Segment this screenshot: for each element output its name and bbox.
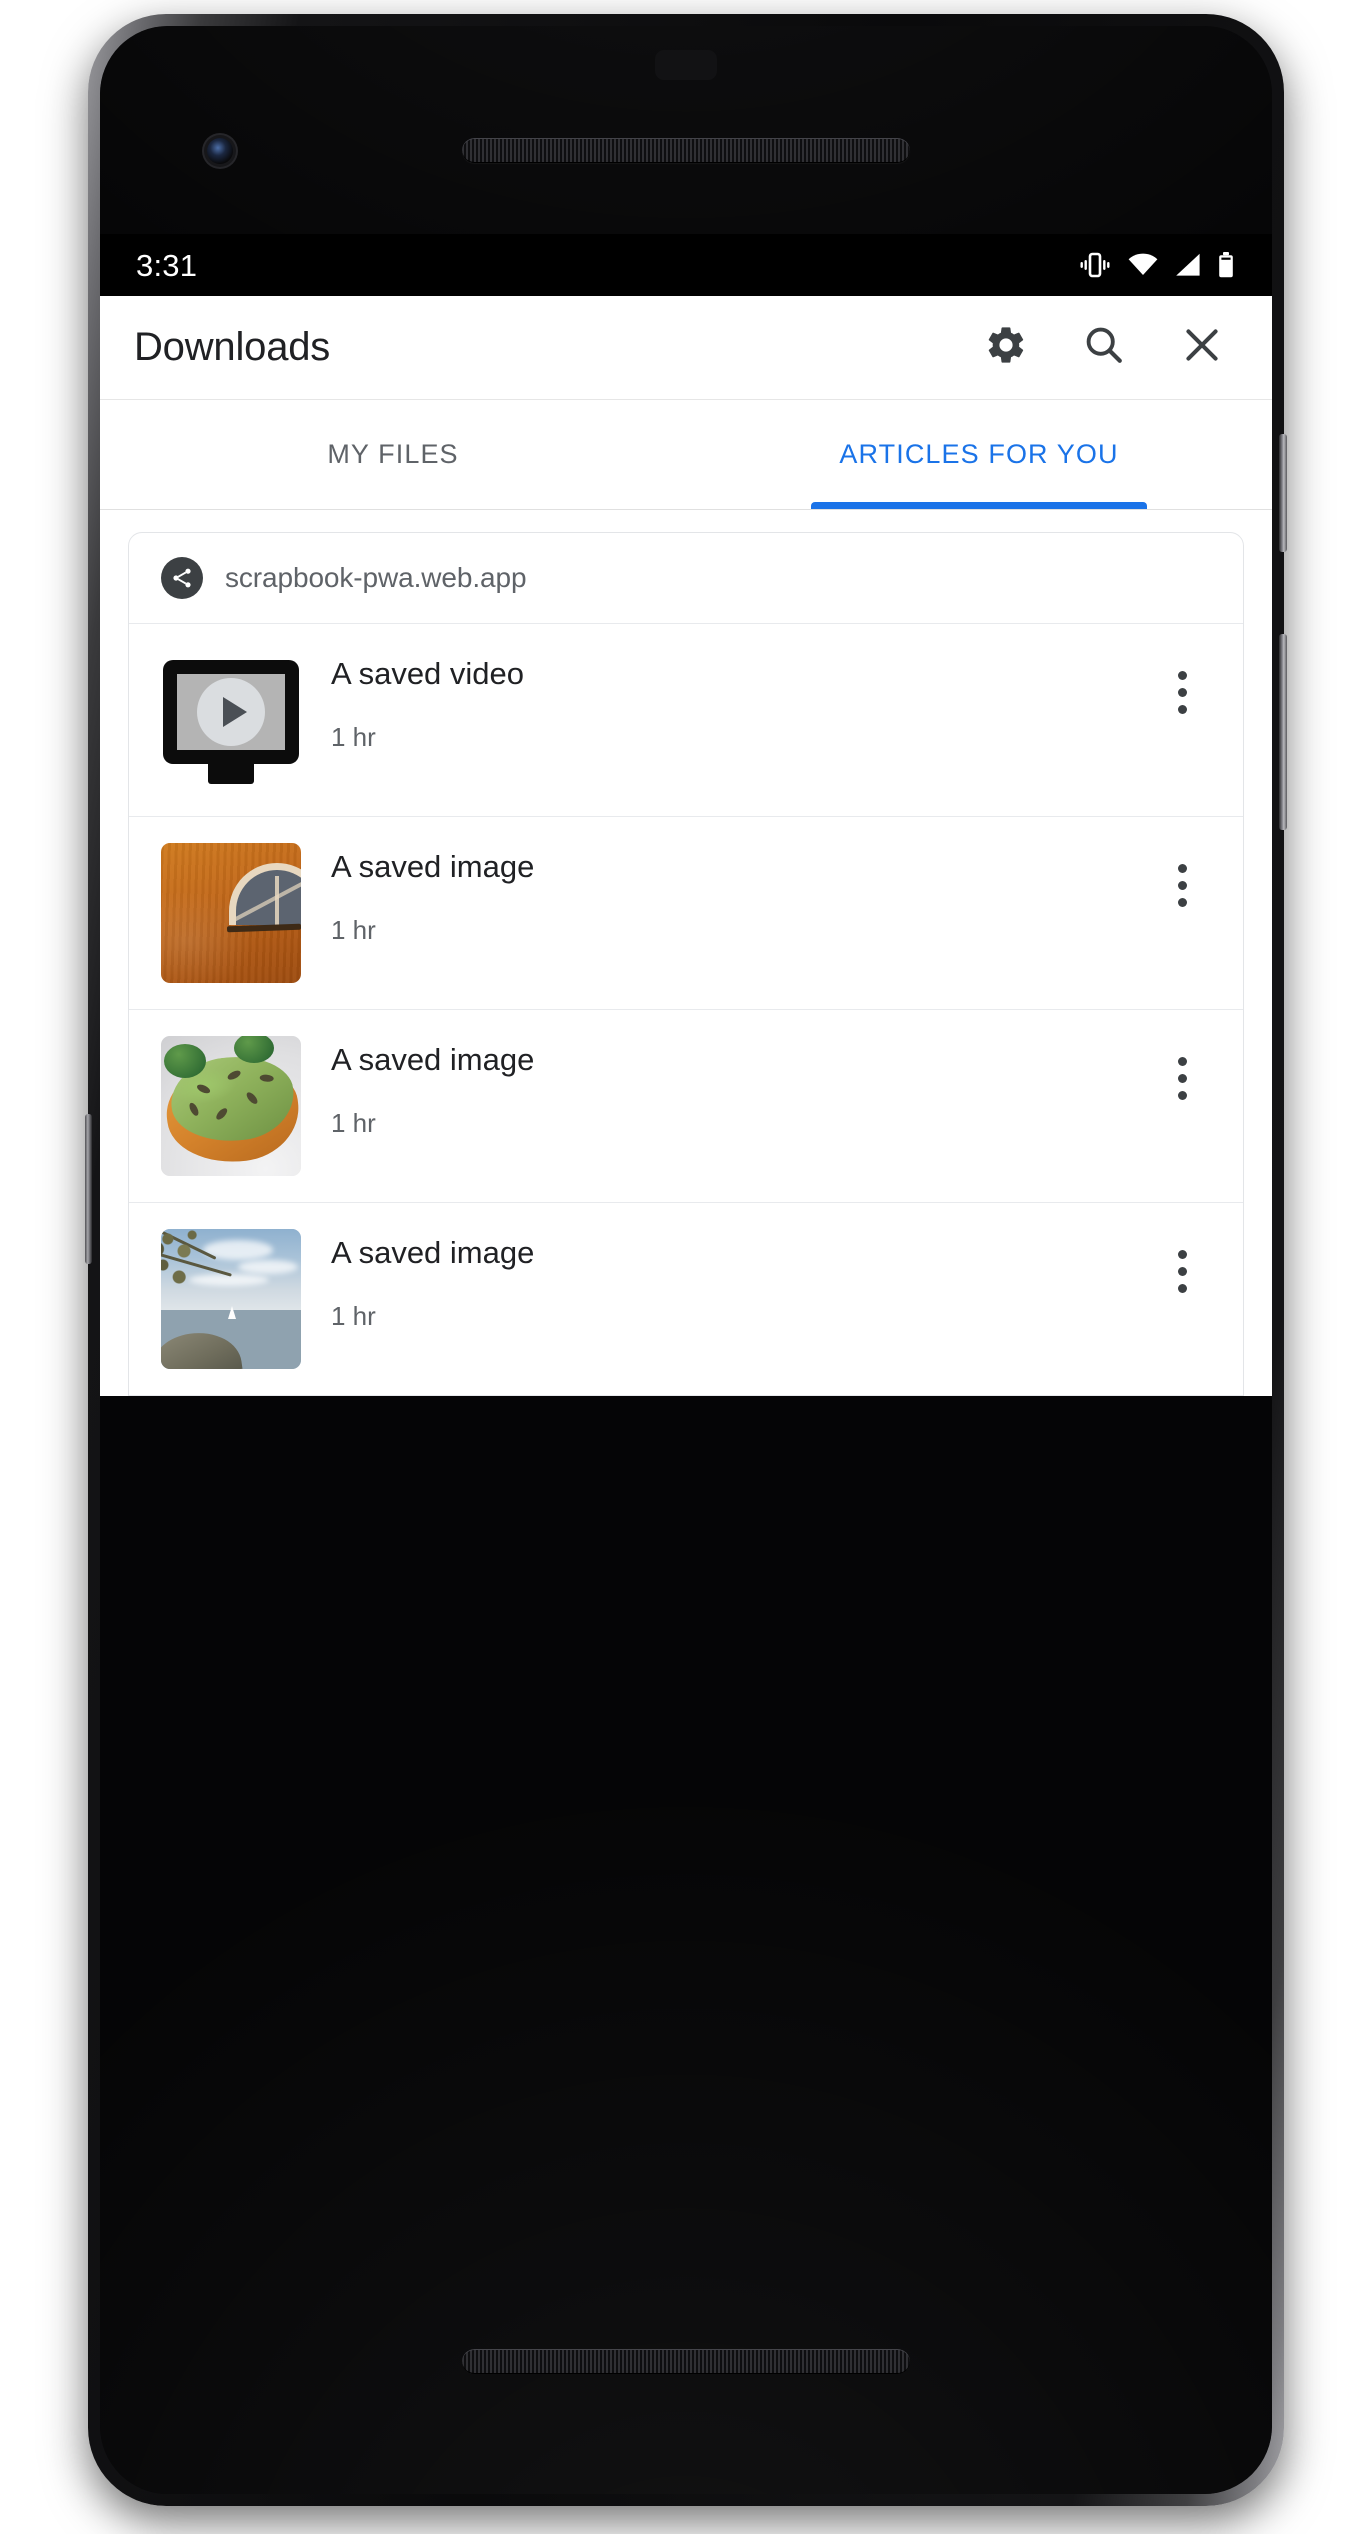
tv-stand xyxy=(208,762,254,784)
dot xyxy=(1177,880,1187,890)
tab-my-files-label: MY FILES xyxy=(327,439,459,469)
more-options-icon[interactable] xyxy=(1149,1235,1215,1307)
more-options-icon[interactable] xyxy=(1149,1042,1215,1114)
cell-signal-icon xyxy=(1175,253,1201,277)
wall-rail xyxy=(226,923,301,933)
more-options-icon[interactable] xyxy=(1149,656,1215,728)
more-options-icon[interactable] xyxy=(1149,849,1215,921)
app-bar: Downloads xyxy=(100,296,1272,400)
wifi-icon xyxy=(1128,253,1158,277)
list-item-text: A saved image 1 hr xyxy=(301,843,1149,946)
share-icon xyxy=(161,557,203,599)
seed xyxy=(195,1083,212,1096)
dot xyxy=(1177,704,1187,714)
device-screen: 3:31 Downloads MY FILES ARTICLES FOR YOU… xyxy=(100,234,1272,1396)
seed xyxy=(244,1090,260,1106)
list-item[interactable]: A saved image 1 hr xyxy=(129,1395,1243,1396)
card-source-domain: scrapbook-pwa.web.app xyxy=(225,562,527,593)
list-item[interactable]: A saved image 1 hr xyxy=(129,816,1243,1009)
list-item-text: A saved image 1 hr xyxy=(301,1036,1149,1139)
tab-articles-for-you[interactable]: ARTICLES FOR YOU xyxy=(686,400,1272,509)
avocado-toast-thumbnail xyxy=(161,1036,301,1176)
phone-device-frame: 3:31 Downloads MY FILES ARTICLES FOR YOU… xyxy=(85,14,1287,2506)
close-icon xyxy=(1180,323,1224,372)
list-item[interactable]: A saved image 1 hr xyxy=(129,1009,1243,1202)
seed xyxy=(259,1073,274,1083)
seed xyxy=(187,1101,200,1117)
dot xyxy=(1177,1249,1187,1259)
settings-button[interactable] xyxy=(962,304,1050,392)
front-camera-icon xyxy=(207,138,233,164)
list-item[interactable]: A saved image 1 hr xyxy=(129,1202,1243,1395)
card-header: scrapbook-pwa.web.app xyxy=(129,533,1243,623)
list-item-text: A saved video 1 hr xyxy=(301,650,1149,753)
battery-icon xyxy=(1218,252,1234,278)
close-button[interactable] xyxy=(1158,304,1246,392)
video-placeholder-thumbnail xyxy=(161,650,301,790)
volume-button[interactable] xyxy=(1279,634,1287,830)
app-bar-actions xyxy=(962,304,1246,392)
dot xyxy=(1177,863,1187,873)
tree-branch xyxy=(161,1229,231,1322)
status-bar: 3:31 xyxy=(100,234,1272,296)
list-item-subtitle: 1 hr xyxy=(331,1107,376,1138)
earpiece-speaker-top xyxy=(462,138,910,163)
seed xyxy=(214,1106,229,1122)
list-item-subtitle: 1 hr xyxy=(331,1300,376,1331)
seed xyxy=(226,1068,242,1082)
list-item-title: A saved video xyxy=(331,656,525,691)
tab-articles-for-you-label: ARTICLES FOR YOU xyxy=(839,439,1119,469)
dot xyxy=(1177,1090,1187,1100)
proximity-sensor-notch xyxy=(655,50,717,80)
dot xyxy=(1177,897,1187,907)
orange-wall-photo xyxy=(161,843,301,983)
search-button[interactable] xyxy=(1060,304,1148,392)
tv-icon xyxy=(163,660,299,764)
arched-window xyxy=(229,863,301,925)
play-icon xyxy=(197,678,265,746)
gear-icon xyxy=(984,323,1028,372)
dot xyxy=(1177,670,1187,680)
lakeshore-photo xyxy=(161,1229,301,1369)
dot xyxy=(1177,687,1187,697)
orange-wall-thumbnail xyxy=(161,843,301,983)
play-triangle xyxy=(222,697,247,727)
dot xyxy=(1177,1056,1187,1066)
nasturtium-leaf xyxy=(163,1044,206,1079)
list-item-title: A saved image xyxy=(331,1235,535,1270)
dot xyxy=(1177,1266,1187,1276)
phone-screen-inner: 3:31 Downloads MY FILES ARTICLES FOR YOU… xyxy=(100,26,1272,2494)
vibrate-icon xyxy=(1079,251,1111,279)
source-card: scrapbook-pwa.web.app A saved video 1 hr… xyxy=(128,532,1244,1396)
search-icon xyxy=(1082,323,1126,372)
articles-list-container[interactable]: scrapbook-pwa.web.app A saved video 1 hr… xyxy=(100,510,1272,1396)
tab-active-indicator xyxy=(811,502,1147,509)
tab-my-files[interactable]: MY FILES xyxy=(100,400,686,509)
list-item-title: A saved image xyxy=(331,1042,535,1077)
list-item-text: A saved image 1 hr xyxy=(301,1229,1149,1332)
avocado-toast-photo xyxy=(161,1036,301,1176)
dot xyxy=(1177,1073,1187,1083)
status-bar-clock: 3:31 xyxy=(136,247,198,283)
list-item-subtitle: 1 hr xyxy=(331,721,376,752)
cloud xyxy=(238,1259,298,1274)
status-bar-icons xyxy=(1079,251,1234,279)
tab-bar: MY FILES ARTICLES FOR YOU xyxy=(100,400,1272,510)
page-title: Downloads xyxy=(134,325,331,369)
list-item-subtitle: 1 hr xyxy=(331,914,376,945)
list-item-title: A saved image xyxy=(331,849,535,884)
dot xyxy=(1177,1283,1187,1293)
list-item[interactable]: A saved video 1 hr xyxy=(129,623,1243,816)
speaker-grille-bottom xyxy=(462,2349,910,2374)
power-button[interactable] xyxy=(1279,434,1287,552)
sim-tray xyxy=(85,1114,92,1264)
lakeshore-thumbnail xyxy=(161,1229,301,1369)
